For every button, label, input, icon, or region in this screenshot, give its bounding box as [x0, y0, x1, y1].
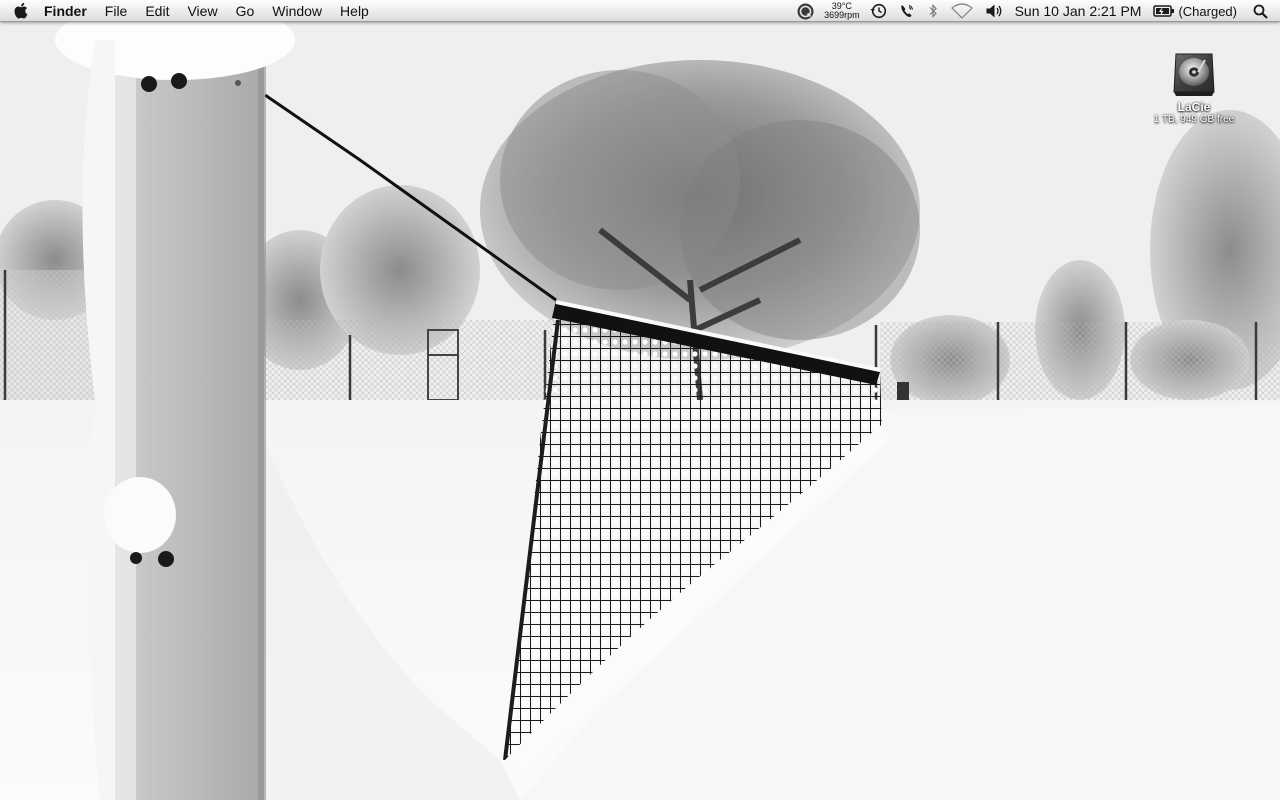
external-drive-icon	[1173, 53, 1215, 96]
battery-icon	[1153, 5, 1175, 17]
drive-name-label: LaCie	[1177, 100, 1211, 114]
wallpaper-snowy-tennis-court	[0, 0, 1280, 800]
menu-bar-left: Finder File Edit View Go Window Help	[0, 0, 378, 22]
menu-file[interactable]: File	[96, 0, 137, 22]
spotlight-icon[interactable]	[1243, 0, 1280, 22]
fan-speed: 3699rpm	[824, 10, 860, 20]
menu-edit[interactable]: Edit	[136, 0, 178, 22]
bluetooth-icon[interactable]	[921, 0, 945, 22]
phone-icon[interactable]	[893, 0, 921, 22]
battery-status-text: (Charged)	[1178, 3, 1237, 19]
apple-icon[interactable]	[0, 0, 40, 22]
volume-icon[interactable]	[979, 0, 1009, 22]
wifi-icon[interactable]	[945, 0, 979, 22]
desktop[interactable]: Finder File Edit View Go Window Help 39°…	[0, 0, 1280, 800]
menu-help[interactable]: Help	[331, 0, 378, 22]
menu-view[interactable]: View	[178, 0, 226, 22]
menu-bar: Finder File Edit View Go Window Help 39°…	[0, 0, 1280, 22]
menu-clock[interactable]: Sun 10 Jan 2:21 PM	[1009, 0, 1148, 22]
system-monitor-icon[interactable]	[791, 0, 820, 22]
desktop-icon-lacie[interactable]: LaCie 1 TB, 949 GB free	[1148, 50, 1240, 125]
battery-indicator[interactable]: (Charged)	[1147, 0, 1243, 22]
menu-go[interactable]: Go	[227, 0, 264, 22]
menu-bar-status-area: 39°C 3699rpm Sun 10 Jan 2:21 PM (Charged…	[791, 0, 1280, 22]
temperature-fan-readout[interactable]: 39°C 3699rpm	[820, 0, 864, 22]
time-machine-icon[interactable]	[864, 0, 893, 22]
drive-capacity-label: 1 TB, 949 GB free	[1153, 114, 1235, 125]
menu-window[interactable]: Window	[263, 0, 331, 22]
menu-app-finder[interactable]: Finder	[40, 0, 96, 22]
